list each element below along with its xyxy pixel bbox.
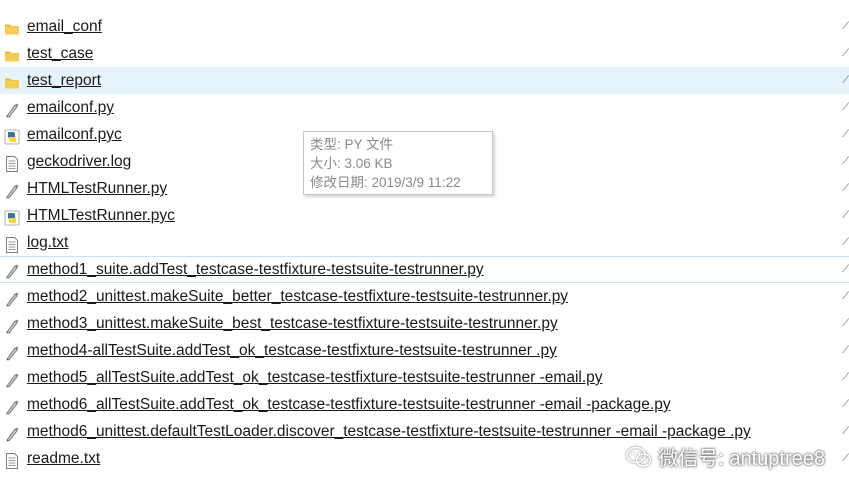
folder-icon: [4, 73, 20, 89]
file-name[interactable]: method1_suite.addTest_testcase-testfixtu…: [27, 257, 484, 282]
column-edge-mark: ⁄: [845, 317, 847, 329]
tooltip-size: 大小: 3.06 KB: [310, 156, 393, 171]
file-name[interactable]: method3_unittest.makeSuite_best_testcase…: [27, 310, 558, 337]
column-edge-mark: ⁄: [845, 263, 847, 275]
tooltip-modified: 修改日期: 2019/3/9 11:22: [310, 175, 461, 190]
file-name[interactable]: method5_allTestSuite.addTest_ok_testcase…: [27, 364, 603, 391]
file-list: email_conf ⁄ test_case ⁄ test_report ⁄ emailco…: [0, 13, 849, 472]
file-name[interactable]: test_report: [27, 67, 101, 94]
file-name[interactable]: readme.txt: [27, 445, 100, 472]
column-edge-mark: ⁄: [845, 47, 847, 59]
text-file-icon: [4, 235, 20, 253]
file-row[interactable]: test_case ⁄: [0, 40, 849, 67]
file-row[interactable]: emailconf.py ⁄: [0, 94, 849, 121]
python-file-icon: [4, 343, 20, 361]
column-edge-mark: ⁄: [845, 452, 847, 464]
file-row[interactable]: method6_allTestSuite.addTest_ok_testcase…: [0, 391, 849, 418]
column-edge-mark: ⁄: [845, 290, 847, 302]
python-file-icon: [4, 100, 20, 118]
text-file-icon: [4, 451, 20, 469]
file-row[interactable]: HTMLTestRunner.pyc ⁄: [0, 202, 849, 229]
file-name[interactable]: email_conf: [27, 13, 102, 40]
column-edge-mark: ⁄: [845, 182, 847, 194]
file-info-tooltip: 类型: PY 文件 大小: 3.06 KB 修改日期: 2019/3/9 11:…: [303, 131, 493, 195]
file-row[interactable]: log.txt ⁄: [0, 229, 849, 256]
column-edge-mark: ⁄: [845, 425, 847, 437]
column-edge-mark: ⁄: [845, 74, 847, 86]
python-compiled-icon: [4, 127, 20, 145]
file-name[interactable]: geckodriver.log: [27, 148, 131, 175]
wechat-logo-icon: [626, 446, 652, 467]
file-name[interactable]: log.txt: [27, 229, 68, 256]
file-row[interactable]: test_report ⁄: [0, 67, 849, 94]
python-file-icon: [4, 289, 20, 307]
column-edge-mark: ⁄: [845, 398, 847, 410]
file-row[interactable]: method6_unittest.defaultTestLoader.disco…: [0, 418, 849, 445]
python-file-icon: [4, 424, 20, 442]
folder-icon: [4, 19, 20, 35]
file-name[interactable]: test_case: [27, 40, 93, 67]
python-file-icon: [4, 370, 20, 388]
column-edge-mark: ⁄: [845, 101, 847, 113]
file-row[interactable]: method4-allTestSuite.addTest_ok_testcase…: [0, 337, 849, 364]
column-edge-mark: ⁄: [845, 155, 847, 167]
python-file-icon: [4, 262, 20, 279]
file-name[interactable]: method6_unittest.defaultTestLoader.disco…: [27, 418, 751, 445]
wechat-watermark: 微信号: antuptree8: [626, 442, 825, 471]
column-edge-mark: ⁄: [845, 20, 847, 32]
folder-icon: [4, 46, 20, 62]
file-row[interactable]: email_conf ⁄: [0, 13, 849, 40]
file-name[interactable]: HTMLTestRunner.pyc: [27, 202, 175, 229]
file-row[interactable]: method5_allTestSuite.addTest_ok_testcase…: [0, 364, 849, 391]
file-name[interactable]: method4-allTestSuite.addTest_ok_testcase…: [27, 337, 557, 364]
column-edge-mark: ⁄: [845, 209, 847, 221]
column-edge-mark: ⁄: [845, 371, 847, 383]
file-name[interactable]: HTMLTestRunner.py: [27, 175, 167, 202]
python-compiled-icon: [4, 208, 20, 226]
watermark-text: 微信号: antuptree8: [658, 448, 825, 470]
column-edge-mark: ⁄: [845, 236, 847, 248]
text-file-icon: [4, 154, 20, 172]
file-name[interactable]: method6_allTestSuite.addTest_ok_testcase…: [27, 391, 671, 418]
file-name[interactable]: emailconf.py: [27, 94, 114, 121]
python-file-icon: [4, 397, 20, 415]
column-edge-mark: ⁄: [845, 128, 847, 140]
python-file-icon: [4, 181, 20, 199]
file-row[interactable]: method1_suite.addTest_testcase-testfixtu…: [0, 256, 849, 283]
file-name[interactable]: method2_unittest.makeSuite_better_testca…: [27, 283, 568, 310]
column-edge-mark: ⁄: [845, 344, 847, 356]
python-file-icon: [4, 316, 20, 334]
file-row[interactable]: method3_unittest.makeSuite_best_testcase…: [0, 310, 849, 337]
tooltip-type: 类型: PY 文件: [310, 137, 394, 152]
file-name[interactable]: emailconf.pyc: [27, 121, 122, 148]
file-row[interactable]: method2_unittest.makeSuite_better_testca…: [0, 283, 849, 310]
